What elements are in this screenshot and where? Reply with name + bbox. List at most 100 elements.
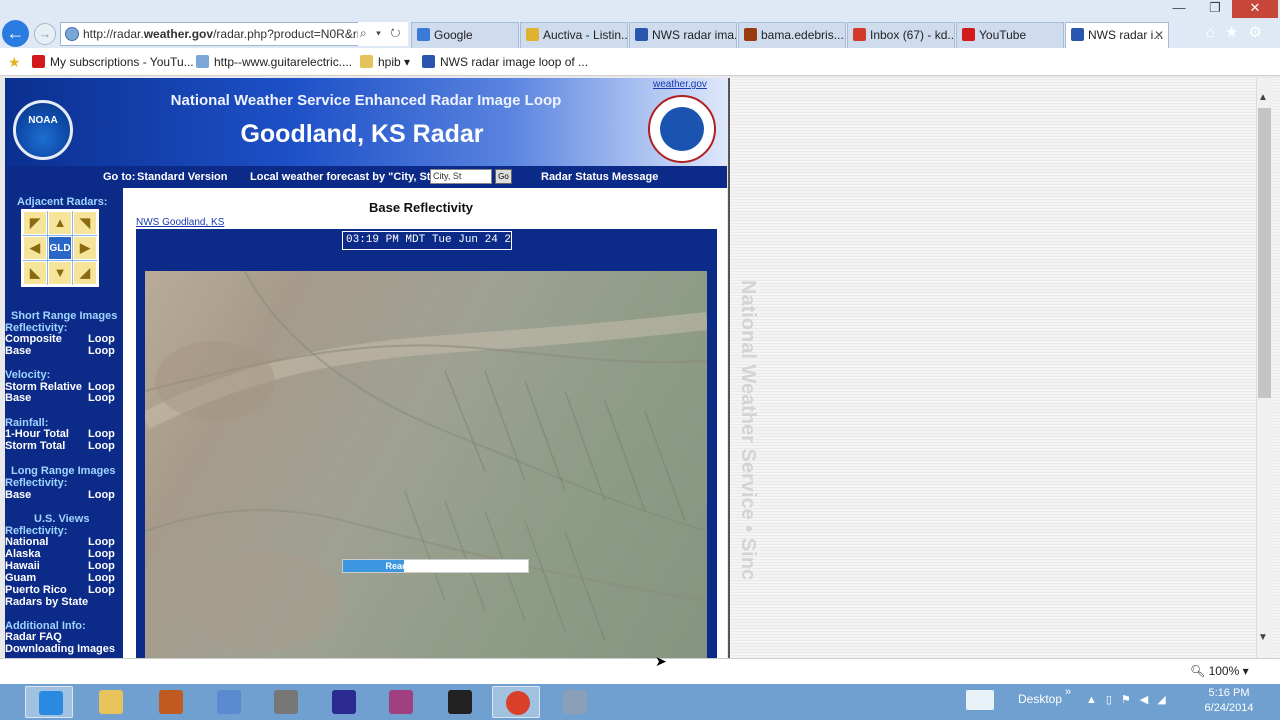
radar-status-link[interactable]: Radar Status Message — [541, 166, 658, 188]
taskbar-app-7[interactable] — [376, 686, 424, 718]
tab-nws-radar-1[interactable]: NWS radar ima... — [629, 22, 737, 48]
base-reflectivity-loop-link[interactable]: Loop — [88, 345, 115, 357]
radar-timestamp: 03:19 PM MDT Tue Jun 24 2... — [342, 231, 512, 250]
arrow-west-icon[interactable]: ◀ — [23, 236, 47, 260]
tab-auctiva[interactable]: Auctiva - Listin... — [520, 22, 628, 48]
short-range-heading: Short Range Images — [11, 310, 118, 322]
radar-faq-link[interactable]: Radar FAQ — [5, 631, 62, 643]
tab-inbox[interactable]: Inbox (67) - kd... — [847, 22, 955, 48]
velocity-label: Velocity: — [5, 369, 51, 381]
taskbar-app-6[interactable] — [319, 686, 367, 718]
sidebar: Adjacent Radars: ◤ ▲ ◥ ◀ GLD ▶ ◣ ▼ ◢ Sho… — [5, 188, 123, 658]
tab-youtube[interactable]: YouTube — [956, 22, 1064, 48]
composite-link[interactable]: Composite — [5, 333, 62, 345]
gmail-icon — [853, 28, 866, 41]
system-tray-icons[interactable]: ▲▯⚑◀◢ — [1086, 693, 1175, 706]
weather-gov-link[interactable]: weather.gov — [653, 79, 707, 90]
base-reflectivity-link[interactable]: Base — [5, 345, 31, 357]
radars-by-state-link[interactable]: Radars by State — [5, 596, 88, 608]
taskbar-app-8[interactable] — [435, 686, 483, 718]
minimize-button[interactable]: — — [1166, 0, 1192, 18]
keyboard-icon[interactable] — [966, 690, 994, 710]
back-button[interactable]: ← — [2, 20, 29, 47]
scroll-down-icon[interactable]: ▼ — [1258, 632, 1268, 643]
forward-button[interactable]: → — [34, 23, 56, 45]
composite-loop-link[interactable]: Loop — [88, 333, 115, 345]
hawaii-link[interactable]: Hawaii — [5, 560, 40, 572]
taskbar-file-explorer[interactable] — [86, 686, 134, 718]
alaska-loop-link[interactable]: Loop — [88, 548, 115, 560]
fav-nws-radar[interactable]: NWS radar image loop of ... — [422, 53, 588, 71]
national-link[interactable]: National — [5, 536, 48, 548]
arrow-southwest-icon[interactable]: ◣ — [23, 261, 47, 285]
taskbar-app-3[interactable] — [146, 686, 194, 718]
zoom-level[interactable]: 🔍︎ 100% ▾ — [1190, 664, 1249, 678]
hawaii-loop-link[interactable]: Loop — [88, 560, 115, 572]
header-subtitle: National Weather Service Enhanced Radar … — [170, 92, 562, 109]
tab-google[interactable]: Google — [411, 22, 519, 48]
radar-terrain-map[interactable]: Reading image files ...... — [145, 271, 707, 658]
loading-text: Reading image files ...... — [385, 561, 488, 571]
puerto-rico-loop-link[interactable]: Loop — [88, 584, 115, 596]
standard-version-link[interactable]: Standard Version — [137, 166, 227, 188]
storm-total-link[interactable]: Storm Total — [5, 440, 65, 452]
arrow-north-icon[interactable]: ▲ — [48, 211, 72, 235]
one-hour-total-link[interactable]: 1-Hour Total — [5, 428, 69, 440]
fav-youtube-subscriptions[interactable]: My subscriptions - YouTu... — [32, 53, 194, 71]
gear-icon — [274, 690, 298, 714]
downloading-images-link[interactable]: Downloading Images — [5, 643, 115, 655]
long-range-loop-link[interactable]: Loop — [88, 489, 115, 501]
tab-nws-radar-active[interactable]: NWS radar i... ✕ — [1065, 22, 1169, 48]
url-domain: weather.gov — [143, 27, 214, 41]
storm-total-loop-link[interactable]: Loop — [88, 440, 115, 452]
restore-button[interactable]: ❐ — [1202, 0, 1228, 18]
arrow-southeast-icon[interactable]: ◢ — [73, 261, 97, 285]
scrollbar-thumb[interactable] — [1258, 108, 1271, 398]
home-favorites-tools-icons[interactable]: ⌂★⚙ — [1200, 22, 1280, 46]
adjacent-radars-heading: Adjacent Radars: — [17, 196, 108, 208]
taskbar-settings[interactable] — [261, 686, 309, 718]
base-velocity-loop-link[interactable]: Loop — [88, 392, 115, 404]
address-bar-icons[interactable]: ⌕ ▾ ↻ — [358, 22, 408, 46]
city-state-input[interactable]: City, St — [430, 169, 492, 184]
arrow-northwest-icon[interactable]: ◤ — [23, 211, 47, 235]
one-hour-loop-link[interactable]: Loop — [88, 428, 115, 440]
long-range-base-link[interactable]: Base — [5, 489, 31, 501]
taskbar-calculator[interactable] — [550, 686, 598, 718]
mouse-cursor-icon: ➤ — [655, 653, 667, 669]
scroll-up-icon[interactable]: ▲ — [1258, 92, 1268, 103]
nws-logo[interactable] — [648, 95, 716, 163]
bama-icon — [744, 28, 757, 41]
arrow-south-icon[interactable]: ▼ — [48, 261, 72, 285]
guam-loop-link[interactable]: Loop — [88, 572, 115, 584]
puerto-rico-link[interactable]: Puerto Rico — [5, 584, 67, 596]
close-window-button[interactable]: ✕ — [1232, 0, 1278, 18]
arrow-east-icon[interactable]: ▶ — [73, 236, 97, 260]
right-blank-pane — [728, 78, 1280, 658]
favorites-star-icon[interactable]: ★ — [8, 54, 21, 71]
chevron-icon[interactable]: » — [1065, 686, 1071, 698]
system-clock[interactable]: 5:16 PM 6/24/2014 — [1195, 686, 1263, 716]
go-button[interactable]: Go — [495, 169, 512, 184]
nws-icon — [635, 28, 648, 41]
taskbar-app-4[interactable] — [204, 686, 252, 718]
address-bar[interactable]: http://radar.weather.gov/radar.php?produ… — [60, 22, 408, 46]
current-radar-gld: GLD — [48, 236, 72, 260]
fav-hpib-folder[interactable]: hpib ▾ — [360, 53, 410, 71]
national-loop-link[interactable]: Loop — [88, 536, 115, 548]
base-velocity-link[interactable]: Base — [5, 392, 31, 404]
internet-explorer-icon — [39, 691, 63, 715]
taskbar-internet-explorer[interactable] — [25, 686, 73, 718]
close-tab-icon[interactable]: ✕ — [1154, 23, 1164, 47]
folder-icon — [99, 690, 123, 714]
desktop-toolbar[interactable]: Desktop — [1018, 692, 1062, 706]
taskbar-chrome[interactable] — [492, 686, 540, 718]
tab-bama[interactable]: bama.edebris.... — [738, 22, 846, 48]
nav-strip: Go to: Standard Version Local weather fo… — [5, 166, 727, 188]
guam-link[interactable]: Guam — [5, 572, 36, 584]
nws-goodland-link[interactable]: NWS Goodland, KS — [136, 217, 224, 228]
web-page: NOAA National Weather Service Enhanced R… — [5, 78, 727, 658]
arrow-northeast-icon[interactable]: ◥ — [73, 211, 97, 235]
alaska-link[interactable]: Alaska — [5, 548, 40, 560]
fav-guitarelectric[interactable]: http--www.guitarelectric.... — [196, 53, 352, 71]
